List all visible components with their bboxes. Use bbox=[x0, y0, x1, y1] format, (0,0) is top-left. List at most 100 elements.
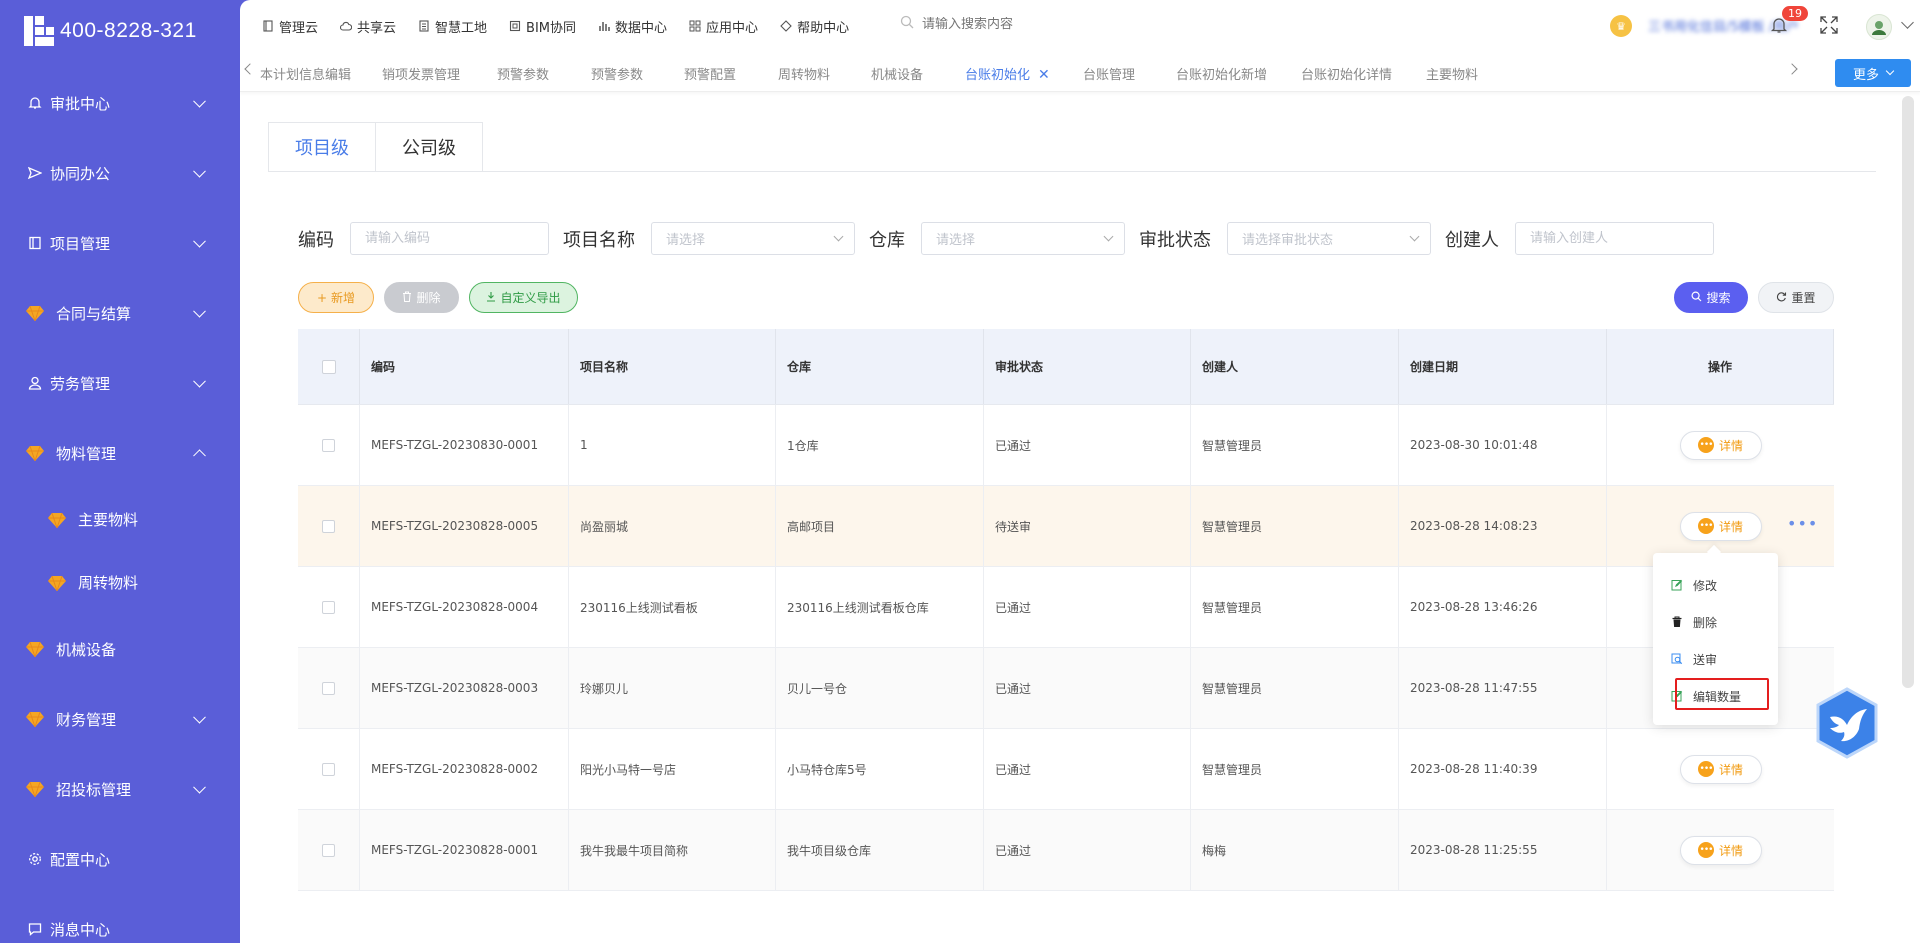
delete-button[interactable]: 删除 bbox=[384, 282, 459, 313]
tab-turnover-material[interactable]: 周转物料 bbox=[778, 64, 830, 83]
project-cell: 1 bbox=[569, 405, 776, 485]
edit-menu-item[interactable]: 修改 bbox=[1671, 575, 1717, 595]
sidebar-item-collab[interactable]: 协同办公 bbox=[0, 138, 240, 208]
search-icon bbox=[900, 15, 914, 33]
sidebar-item-label: 消息中心 bbox=[50, 920, 111, 939]
message-icon bbox=[26, 920, 44, 938]
creator-input[interactable] bbox=[1515, 222, 1714, 255]
search-button[interactable]: 搜索 bbox=[1674, 282, 1748, 313]
cube-icon bbox=[509, 20, 521, 32]
tab-company-level[interactable]: 公司级 bbox=[376, 122, 483, 172]
code-cell: MEFS-TZGL-20230828-0001 bbox=[360, 810, 569, 890]
download-icon bbox=[486, 291, 496, 305]
nav-item-smart-site[interactable]: 智慧工地 bbox=[418, 17, 487, 36]
warehouse-cell: 贝儿一号仓 bbox=[776, 648, 984, 728]
column-header: 创建日期 bbox=[1399, 329, 1607, 404]
logo-mark-icon bbox=[24, 16, 54, 46]
sidebar-item-project[interactable]: 项目管理 bbox=[0, 208, 240, 278]
tab-ledger-init-add[interactable]: 台账初始化新增 bbox=[1176, 64, 1267, 83]
row-checkbox[interactable] bbox=[322, 600, 335, 614]
chevron-down-icon bbox=[193, 94, 206, 108]
sidebar-item-approval[interactable]: 审批中心 bbox=[0, 68, 240, 138]
nav-item-share-cloud[interactable]: 共享云 bbox=[340, 17, 396, 36]
date-cell: 2023-08-28 11:47:55 bbox=[1399, 648, 1607, 728]
row-checkbox[interactable] bbox=[322, 438, 335, 452]
nav-item-help-center[interactable]: 帮助中心 bbox=[780, 17, 849, 36]
approval-status-select[interactable]: 请选择审批状态 bbox=[1227, 222, 1431, 255]
custom-export-button[interactable]: 自定义导出 bbox=[469, 282, 578, 313]
sidebar-item-main-material[interactable]: 主要物料 bbox=[0, 488, 240, 551]
delete-menu-item[interactable]: 删除 bbox=[1671, 612, 1717, 632]
logo[interactable]: 400-8228-321 bbox=[24, 14, 197, 48]
detail-label: 详情 bbox=[1718, 762, 1743, 777]
nav-item-management-cloud[interactable]: 管理云 bbox=[262, 17, 318, 36]
sidebar-item-bidding[interactable]: 招投标管理 bbox=[0, 754, 240, 824]
warehouse-cell: 小马特仓库5号 bbox=[776, 729, 984, 809]
nav-item-label: 数据中心 bbox=[615, 20, 668, 36]
status-cell: 已通过 bbox=[984, 567, 1191, 647]
reset-button[interactable]: 重置 bbox=[1758, 282, 1834, 313]
add-button[interactable]: + 新增 bbox=[298, 282, 374, 313]
detail-button[interactable]: ••• 详情 bbox=[1679, 754, 1762, 784]
project-name-label: 项目名称 bbox=[563, 229, 635, 251]
nav-item-bim[interactable]: BIM协同 bbox=[509, 17, 576, 36]
code-input[interactable] bbox=[350, 222, 549, 255]
detail-button[interactable]: ••• 详情 bbox=[1679, 835, 1762, 865]
tab-alert-params-2[interactable]: 预警参数 bbox=[591, 64, 643, 83]
row-checkbox[interactable] bbox=[322, 762, 335, 776]
sidebar-item-machinery[interactable]: 机械设备 bbox=[0, 614, 240, 684]
project-name-select[interactable]: 请选择 bbox=[651, 222, 855, 255]
nav-item-app-center[interactable]: 应用中心 bbox=[689, 17, 758, 36]
tab-scroll-right-icon[interactable] bbox=[1786, 63, 1798, 75]
tab-alert-params-1[interactable]: 预警参数 bbox=[497, 64, 549, 83]
book-icon bbox=[26, 234, 44, 252]
tab-project-level[interactable]: 项目级 bbox=[268, 122, 376, 172]
more-tabs-button[interactable]: 更多 bbox=[1835, 59, 1911, 87]
tab-machinery[interactable]: 机械设备 bbox=[871, 64, 923, 83]
sidebar-menu: 审批中心 协同办公 项目管理 合同与结算 劳务管理 物料管理 主要物料 周转物料… bbox=[0, 68, 240, 943]
sidebar-item-finance[interactable]: 财务管理 bbox=[0, 684, 240, 754]
global-search-input[interactable] bbox=[922, 16, 1142, 32]
select-all-checkbox[interactable] bbox=[321, 359, 336, 374]
fullscreen-icon[interactable] bbox=[1818, 14, 1840, 36]
status-cell: 待送审 bbox=[984, 486, 1191, 566]
creator-cell: 智慧管理员 bbox=[1191, 486, 1399, 566]
vertical-scrollbar[interactable] bbox=[1902, 96, 1914, 688]
column-header: 编码 bbox=[360, 329, 569, 404]
warehouse-select[interactable]: 请选择 bbox=[921, 222, 1125, 255]
tab-plan-info-edit[interactable]: 本计划信息编辑 bbox=[260, 64, 351, 83]
tab-output-invoice[interactable]: 销项发票管理 bbox=[382, 64, 460, 83]
tab-label: 台账初始化 bbox=[965, 68, 1031, 83]
avatar[interactable] bbox=[1866, 14, 1892, 40]
sidebar-item-labor[interactable]: 劳务管理 bbox=[0, 348, 240, 418]
sidebar-item-material[interactable]: 物料管理 bbox=[0, 418, 240, 488]
column-header: 创建人 bbox=[1191, 329, 1399, 404]
tab-alert-config[interactable]: 预警配置 bbox=[684, 64, 736, 83]
tab-ledger-init[interactable]: 台账初始化 ✕ bbox=[965, 64, 1050, 83]
add-label: 新增 bbox=[331, 291, 356, 305]
menu-item-label: 修改 bbox=[1693, 578, 1718, 593]
checkbox-cell bbox=[298, 486, 360, 566]
detail-button[interactable]: ••• 详情 bbox=[1679, 430, 1762, 460]
detail-button[interactable]: ••• 详情 bbox=[1679, 511, 1762, 541]
submit-review-menu-item[interactable]: 送审 bbox=[1671, 649, 1717, 669]
tab-ledger-init-detail[interactable]: 台账初始化详情 bbox=[1301, 64, 1392, 83]
nav-item-data-center[interactable]: 数据中心 bbox=[598, 17, 667, 36]
review-search-icon bbox=[1671, 653, 1683, 665]
sidebar-item-contract[interactable]: 合同与结算 bbox=[0, 278, 240, 348]
diamond-icon bbox=[780, 20, 792, 32]
row-checkbox[interactable] bbox=[322, 843, 335, 857]
close-icon[interactable]: ✕ bbox=[1038, 67, 1050, 83]
row-checkbox[interactable] bbox=[322, 681, 335, 695]
approval-status-label: 审批状态 bbox=[1139, 229, 1211, 251]
tab-main-material[interactable]: 主要物料 bbox=[1426, 64, 1478, 83]
row-checkbox[interactable] bbox=[322, 519, 335, 533]
sidebar-item-config[interactable]: 配置中心 bbox=[0, 824, 240, 894]
tab-ledger-management[interactable]: 台账管理 bbox=[1083, 64, 1135, 83]
assistant-bird-icon[interactable] bbox=[1815, 687, 1879, 759]
export-label: 自定义导出 bbox=[500, 291, 561, 305]
nav-item-label: 帮助中心 bbox=[797, 20, 850, 36]
chevron-down-icon[interactable] bbox=[1901, 16, 1914, 29]
sidebar-item-messages[interactable]: 消息中心 bbox=[0, 894, 240, 943]
sidebar-item-turnover-material[interactable]: 周转物料 bbox=[0, 551, 240, 614]
